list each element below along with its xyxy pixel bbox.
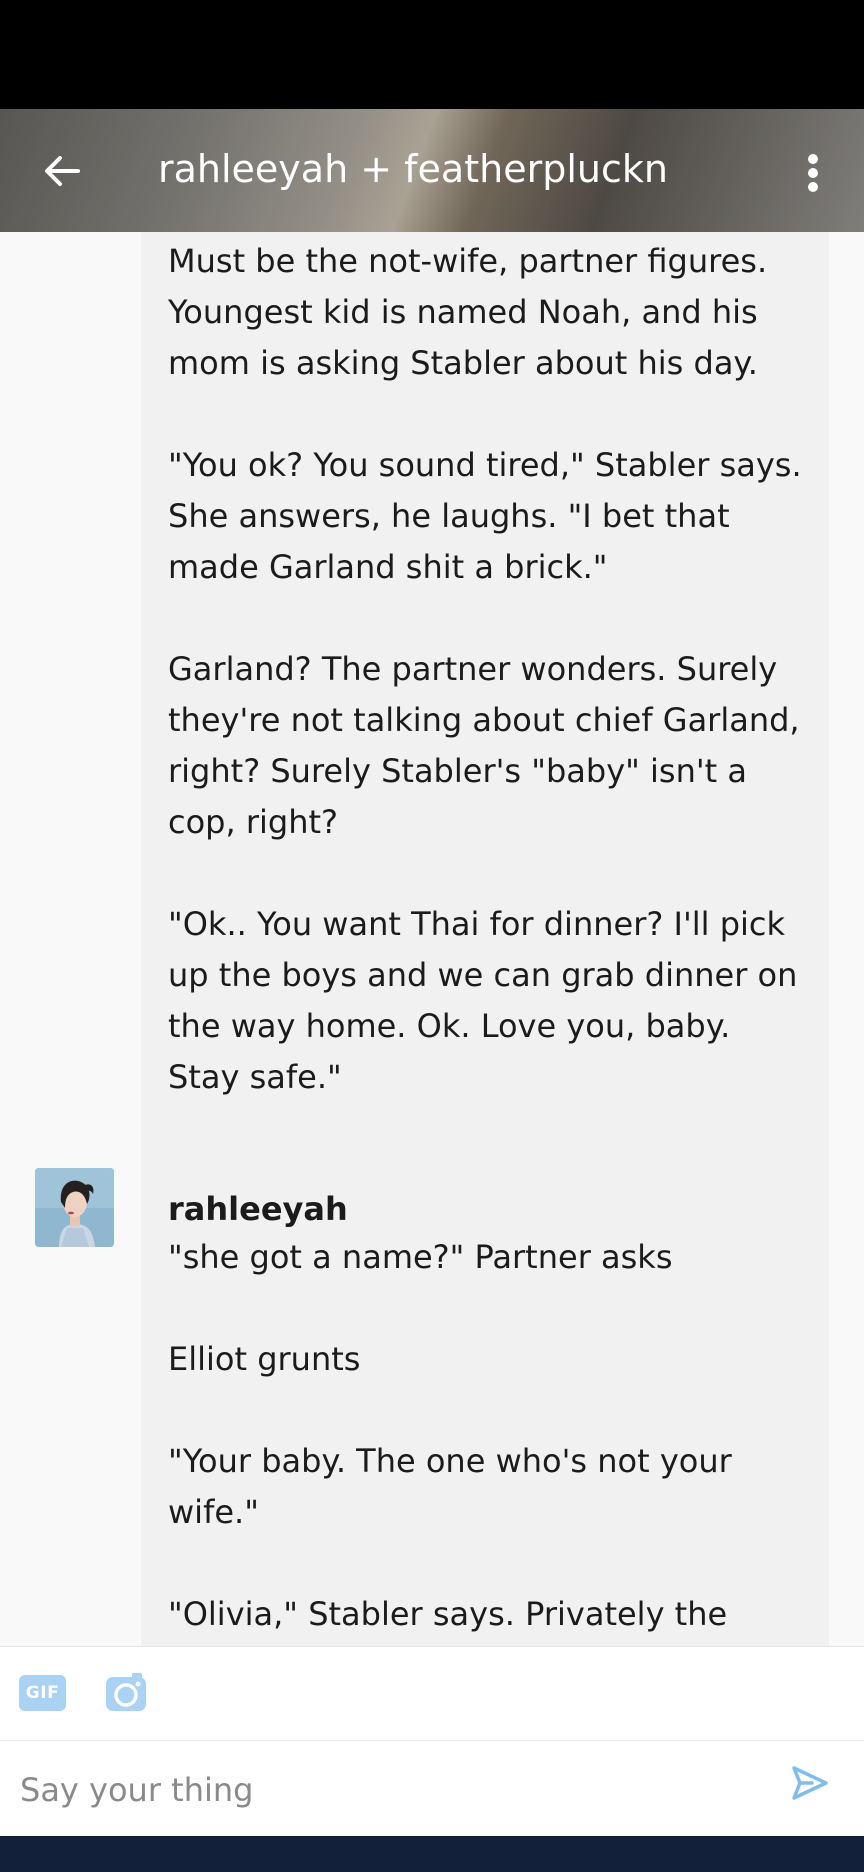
send-button[interactable] [790, 1763, 830, 1803]
conversation-title[interactable]: rahleeyah + featherpluckn [158, 148, 668, 191]
system-navigation-bar [0, 1836, 864, 1872]
message-composer: GIF [0, 1646, 864, 1837]
status-bar [0, 0, 864, 109]
message-input[interactable] [20, 1765, 760, 1815]
conversation-header: rahleeyah + featherpluckn [0, 109, 864, 232]
message-paragraph: "You ok? You sound tired," Stabler says.… [168, 446, 802, 586]
camera-button[interactable] [104, 1671, 148, 1715]
camera-icon [106, 1673, 146, 1711]
send-icon [792, 1766, 828, 1800]
message-paragraph: "Ok.. You want Thai for dinner? I'll pic… [168, 905, 798, 1096]
message-paragraph: Must be the not-wife, partner figures. Y… [168, 242, 768, 382]
message-bubble: rahleeyah "she got a name?" Partner asks… [141, 1168, 829, 1646]
media-toolbar: GIF [0, 1647, 864, 1741]
back-button[interactable] [34, 143, 90, 199]
message-paragraph: Garland? The partner wonders. Surely the… [168, 650, 800, 841]
avatar-image [35, 1168, 114, 1247]
avatar[interactable] [35, 1168, 114, 1247]
message-list[interactable]: Must be the not-wife, partner figures. Y… [0, 232, 864, 1646]
message-paragraph: "Olivia," Stabler says. Privately the [168, 1595, 728, 1633]
arrow-left-icon [45, 156, 80, 186]
sender-name[interactable]: rahleeyah [168, 1186, 805, 1232]
gif-button[interactable]: GIF [19, 1675, 66, 1711]
message-paragraph: "she got a name?" Partner asks [168, 1238, 673, 1276]
message-paragraph: Elliot grunts [168, 1340, 361, 1378]
message-paragraph: "Your baby. The one who's not your wife.… [168, 1442, 732, 1531]
more-options-button[interactable] [788, 145, 838, 201]
more-vertical-icon [808, 154, 818, 192]
